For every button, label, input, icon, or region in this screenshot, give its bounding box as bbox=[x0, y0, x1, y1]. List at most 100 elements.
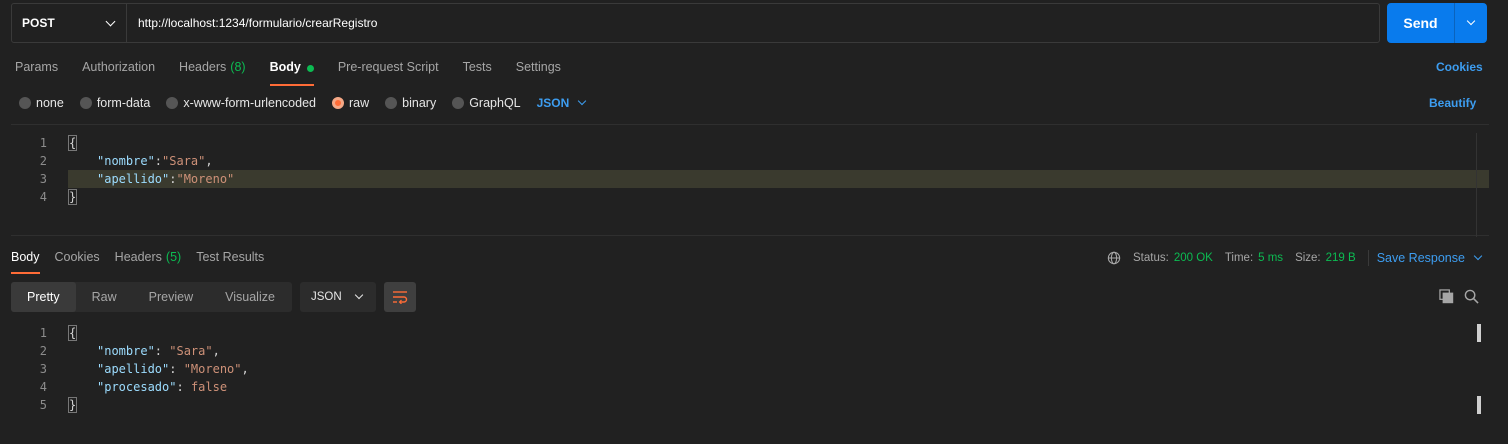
divider bbox=[1367, 250, 1369, 266]
chevron-down-icon bbox=[1473, 251, 1483, 261]
time-value[interactable]: 5 ms bbox=[1258, 252, 1283, 264]
tab-response-headers[interactable]: Headers (5) bbox=[115, 250, 182, 274]
json-key: "nombre" bbox=[97, 154, 155, 168]
chevron-down-icon bbox=[1466, 16, 1476, 26]
view-preview[interactable]: Preview bbox=[133, 282, 209, 312]
size-value[interactable]: 219 B bbox=[1326, 252, 1356, 264]
tab-label: Test Results bbox=[196, 250, 265, 264]
chevron-down-icon bbox=[105, 16, 116, 26]
line-number: 4 bbox=[39, 380, 47, 394]
response-tabs: Body Cookies Headers (5) Test Results bbox=[11, 250, 279, 274]
code-line: 4 } bbox=[11, 188, 1489, 206]
code-line: 2 "nombre": "Sara", bbox=[11, 342, 1489, 360]
radio-icon bbox=[79, 97, 92, 109]
json-comma: , bbox=[241, 362, 249, 376]
globe-icon[interactable] bbox=[1107, 251, 1121, 265]
json-colon: : bbox=[154, 154, 163, 168]
radio-urlencoded[interactable]: x-www-form-urlencoded bbox=[166, 96, 316, 110]
tab-response-cookies[interactable]: Cookies bbox=[55, 250, 100, 274]
response-body-viewer[interactable]: 1 { 2 "nombre": "Sara", 3 "apellido": "M… bbox=[11, 324, 1489, 424]
view-raw[interactable]: Raw bbox=[76, 282, 133, 312]
chevron-down-icon bbox=[578, 96, 587, 106]
radio-icon bbox=[452, 97, 465, 109]
line-number: 2 bbox=[39, 154, 47, 168]
tab-label: Headers bbox=[114, 250, 162, 264]
json-key: "nombre" bbox=[97, 344, 155, 358]
tab-label: Cookies bbox=[54, 250, 100, 264]
search-icon[interactable] bbox=[1464, 289, 1479, 304]
url-bar: POST http://localhost:1234/formulario/cr… bbox=[11, 3, 1380, 43]
brace: { bbox=[67, 325, 78, 341]
tab-label: Authorization bbox=[82, 60, 156, 74]
radio-label: none bbox=[36, 96, 64, 110]
wrap-lines-icon bbox=[393, 291, 408, 304]
json-value: false bbox=[190, 380, 228, 394]
line-number: 2 bbox=[39, 344, 47, 358]
line-number: 3 bbox=[39, 362, 47, 376]
response-meta: Status: 200 OK Time: 5 ms Size: 219 B Save … bbox=[1107, 250, 1483, 266]
code-line: 1 { bbox=[11, 324, 1489, 342]
tab-prerequest-script[interactable]: Pre-request Script bbox=[338, 58, 439, 86]
tab-test-results[interactable]: Test Results bbox=[196, 250, 264, 274]
radio-raw[interactable]: raw bbox=[332, 96, 369, 110]
code-line: 5 } bbox=[11, 396, 1489, 414]
send-options-button[interactable] bbox=[1455, 3, 1487, 43]
request-body-editor[interactable]: 1 { 2 "nombre":"Sara", 3 "apellido":"Mor… bbox=[11, 124, 1489, 237]
brace: { bbox=[67, 135, 78, 151]
status-label: Status: bbox=[1133, 252, 1169, 264]
code-line: 2 "nombre":"Sara", bbox=[11, 152, 1489, 170]
view-visualize[interactable]: Visualize bbox=[209, 282, 291, 312]
tab-authorization[interactable]: Authorization bbox=[82, 58, 155, 86]
code-line-active: 3 "apellido":"Moreno" bbox=[40, 170, 1489, 188]
send-button[interactable]: Send bbox=[1387, 3, 1455, 43]
radio-label: x-www-form-urlencoded bbox=[183, 96, 316, 110]
tab-settings[interactable]: Settings bbox=[516, 58, 561, 86]
response-format-select[interactable]: JSON bbox=[300, 282, 376, 312]
tab-params[interactable]: Params bbox=[15, 58, 58, 86]
editor-scrollbar[interactable] bbox=[1476, 133, 1489, 237]
radio-binary[interactable]: binary bbox=[385, 96, 436, 110]
url-input[interactable]: http://localhost:1234/formulario/crearRe… bbox=[127, 4, 1379, 42]
response-view-switcher: Pretty Raw Preview Visualize bbox=[11, 282, 292, 312]
json-value: "Moreno" bbox=[176, 172, 235, 186]
tab-headers[interactable]: Headers (8) bbox=[179, 58, 246, 86]
json-comma: , bbox=[205, 154, 213, 168]
radio-form-data[interactable]: form-data bbox=[79, 96, 150, 110]
save-response-button[interactable]: Save Response bbox=[1376, 251, 1483, 265]
json-colon: : bbox=[154, 344, 170, 358]
wrap-lines-button[interactable] bbox=[384, 282, 416, 312]
status-value[interactable]: 200 OK bbox=[1174, 252, 1213, 264]
save-response-label: Save Response bbox=[1376, 251, 1465, 265]
json-key: "procesado" bbox=[97, 380, 177, 394]
view-pretty[interactable]: Pretty bbox=[11, 282, 76, 312]
json-value: "Sara" bbox=[162, 154, 206, 168]
method-select[interactable]: POST bbox=[12, 4, 127, 42]
radio-label: GraphQL bbox=[469, 96, 521, 110]
response-scrollbar-thumb[interactable] bbox=[1477, 396, 1481, 414]
cookies-link[interactable]: Cookies bbox=[1436, 60, 1483, 74]
tab-response-body[interactable]: Body bbox=[11, 250, 40, 274]
tab-label: Tests bbox=[462, 60, 492, 74]
tab-tests[interactable]: Tests bbox=[463, 58, 492, 86]
line-number: 1 bbox=[39, 326, 47, 340]
body-format-select[interactable]: JSON bbox=[537, 96, 587, 110]
line-number: 4 bbox=[39, 190, 47, 204]
chevron-down-icon bbox=[354, 290, 364, 300]
tab-label: Headers bbox=[179, 60, 227, 74]
radio-selected-icon bbox=[332, 97, 344, 109]
radio-label: binary bbox=[402, 96, 437, 110]
radio-graphql[interactable]: GraphQL bbox=[452, 96, 521, 110]
size-label: Size: bbox=[1295, 252, 1321, 264]
copy-icon[interactable] bbox=[1439, 289, 1454, 304]
radio-none[interactable]: none bbox=[19, 96, 64, 110]
response-scrollbar-thumb[interactable] bbox=[1477, 324, 1481, 342]
radio-icon bbox=[385, 97, 398, 109]
tab-body[interactable]: Body bbox=[269, 58, 315, 86]
beautify-button[interactable]: Beautify bbox=[1429, 96, 1476, 110]
modified-dot-icon bbox=[306, 65, 314, 72]
json-colon: : bbox=[176, 380, 191, 394]
code-line: 4 "procesado": false bbox=[11, 378, 1489, 396]
radio-label: raw bbox=[349, 96, 370, 110]
brace: } bbox=[67, 397, 78, 413]
line-number: 5 bbox=[39, 398, 47, 412]
